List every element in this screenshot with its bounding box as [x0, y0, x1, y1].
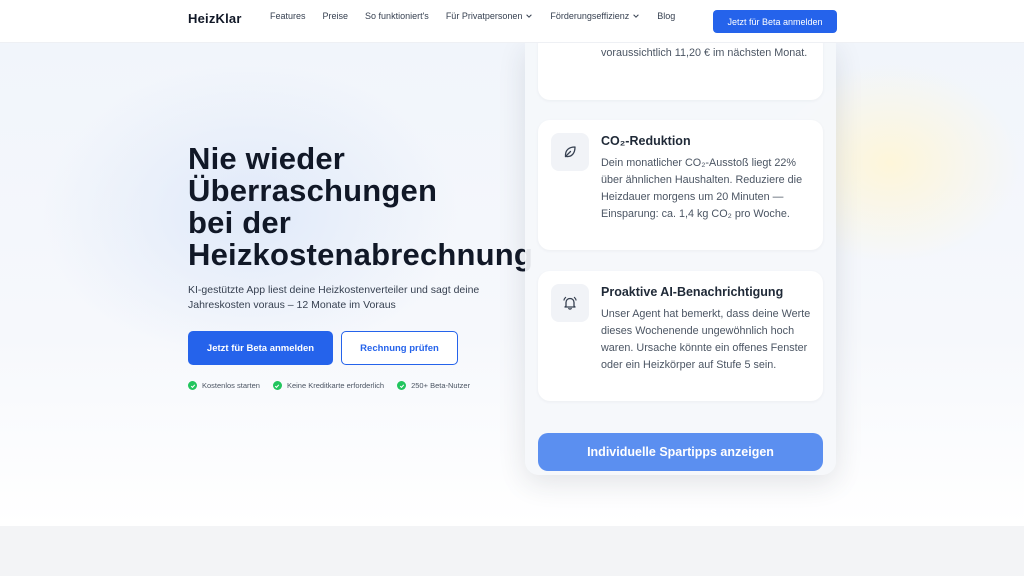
card-text: Dein monatlicher CO₂-Ausstoß liegt 22% ü… — [601, 157, 803, 220]
nav-link-features[interactable]: Features — [270, 11, 306, 21]
hero-headline: Nie wieder Überraschungen bei der Heizko… — [188, 143, 568, 271]
nav-link-preise[interactable]: Preise — [323, 11, 349, 21]
headline-line: Überraschungen — [188, 173, 438, 208]
check-icon — [397, 381, 407, 390]
nav-beta-signup-button[interactable]: Jetzt für Beta anmelden — [713, 10, 837, 33]
check-item: 250+ Beta-Nutzer — [397, 381, 470, 390]
card-text: voraussichtlich 11,20 € im nächsten Mona… — [601, 47, 808, 59]
insights-panel: voraussichtlich 11,20 € im nächsten Mona… — [525, 43, 836, 475]
check-item: Kostenlos starten — [188, 381, 260, 390]
bell-icon — [551, 284, 589, 322]
check-label: 250+ Beta-Nutzer — [411, 381, 471, 390]
leaf-icon — [551, 133, 589, 171]
check-bill-button[interactable]: Rechnung prüfen — [341, 331, 458, 365]
insight-card-cost: voraussichtlich 11,20 € im nächsten Mona… — [538, 43, 823, 100]
top-navigation: HeizKlar Features Preise So funktioniert… — [0, 0, 1024, 43]
nav-link-label: Förderungseffizienz — [550, 11, 630, 21]
nav-link-label: So funktioniert's — [365, 11, 429, 21]
headline-line: bei der — [188, 205, 292, 240]
nav-link-label: Blog — [657, 11, 676, 21]
headline-line: Heizkostenabrechnung — [188, 237, 534, 272]
headline-line: Nie wieder — [188, 141, 346, 176]
nav-dropdown-privatpersonen[interactable]: Für Privatpersonen — [446, 11, 534, 21]
hero-subtitle: KI-gestützte App liest deine Heizkostenv… — [188, 284, 480, 311]
insight-card-co2: CO₂-Reduktion Dein monatlicher CO₂-Ausst… — [538, 120, 823, 250]
beta-signup-button[interactable]: Jetzt für Beta anmelden — [188, 331, 333, 365]
check-label: Keine Kreditkarte erforderlich — [286, 381, 385, 390]
nav-link-label: Für Privatpersonen — [445, 11, 523, 21]
nav-link-label: Features — [270, 11, 306, 21]
insight-card-ai-alert: Proaktive AI-Benachrichtigung Unser Agen… — [538, 271, 823, 401]
check-icon — [272, 381, 282, 390]
check-label: Kostenlos starten — [202, 381, 260, 390]
logo[interactable]: HeizKlar — [188, 11, 242, 26]
chevron-down-icon — [633, 14, 640, 18]
next-section — [0, 526, 1024, 576]
card-title: CO₂-Reduktion — [601, 134, 691, 148]
card-text: Unser Agent hat bemerkt, dass deine Wert… — [601, 308, 811, 371]
check-icon — [188, 381, 197, 390]
nav-link-blog[interactable]: Blog — [657, 11, 675, 21]
card-title: Proaktive AI-Benachrichtigung — [601, 285, 784, 299]
nav-link-so-funktionierts[interactable]: So funktioniert's — [365, 11, 429, 21]
chevron-down-icon — [526, 14, 533, 18]
show-saving-tips-button[interactable]: Individuelle Spartipps anzeigen — [538, 433, 823, 471]
check-item: Keine Kreditkarte erforderlich — [272, 381, 385, 390]
trust-checks: Kostenlos starten Keine Kreditkarte erfo… — [188, 381, 483, 390]
nav-dropdown-foerderungseffizienz[interactable]: Förderungseffizienz — [550, 11, 640, 21]
nav-links: Features Preise So funktioniert's Für Pr… — [270, 11, 692, 21]
nav-link-label: Preise — [322, 11, 349, 21]
